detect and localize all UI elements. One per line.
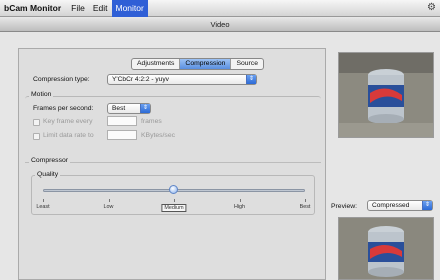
quality-tick (239, 199, 241, 202)
app-menu[interactable]: bCam Monitor (0, 3, 67, 13)
limit-rate-label: Limit data rate to (43, 132, 94, 139)
settings-panel: Adjustments Compression Source Compressi… (18, 48, 326, 280)
soda-can-image (339, 53, 433, 137)
fps-label: Frames per second: (33, 105, 94, 112)
compressor-title: Compressor (29, 157, 71, 164)
menu-monitor[interactable]: Monitor (111, 0, 148, 17)
keyframe-label: Key frame every (43, 118, 93, 125)
tab-adjustments[interactable]: Adjustments (132, 59, 181, 69)
quality-tick (43, 199, 44, 202)
tab-source[interactable]: Source (231, 59, 263, 69)
compressed-preview (338, 217, 434, 280)
preview-mode-value: Compressed (372, 202, 410, 209)
compression-type-value: Y'CbCr 4:2:2 - yuyv (112, 76, 169, 83)
motion-title: Motion (29, 91, 54, 98)
quality-slider[interactable] (43, 185, 305, 197)
video-window: Video Adjustments Compression Source Com… (0, 17, 440, 280)
quality-slider-knob[interactable] (169, 185, 178, 194)
quality-tick-label: Least (36, 204, 50, 210)
menu-bar: bCam Monitor File Edit Monitor ⚙ (0, 0, 440, 17)
spinner-icon: ⚙ (427, 2, 436, 13)
preview-mode-popup[interactable]: Compressed ⇕ (367, 200, 433, 211)
fps-value: Best (112, 105, 126, 112)
popup-arrows-icon: ⇕ (246, 75, 256, 84)
quality-tick (305, 199, 306, 202)
keyframe-field[interactable] (107, 116, 137, 126)
quality-tick-label: Low (103, 204, 114, 210)
quality-tick-label: Best (299, 204, 311, 210)
window-content: Adjustments Compression Source Compressi… (0, 32, 440, 280)
menu-edit[interactable]: Edit (89, 0, 112, 17)
limit-rate-unit: KBytes/sec (141, 132, 175, 139)
compression-type-popup[interactable]: Y'CbCr 4:2:2 - yuyv ⇕ (107, 74, 257, 85)
limit-rate-checkbox[interactable] (33, 133, 40, 140)
compression-type-label: Compression type: (33, 76, 90, 83)
window-title: Video (0, 17, 440, 32)
quality-tick (174, 199, 175, 202)
quality-tick-label: Medium (161, 204, 187, 212)
soda-can-image (339, 218, 433, 279)
quality-tick-label: High (233, 204, 246, 210)
keyframe-checkbox[interactable] (33, 119, 40, 126)
quality-title: Quality (35, 171, 61, 178)
limit-rate-field[interactable] (107, 130, 137, 140)
popup-arrows-icon: ⇕ (140, 104, 150, 113)
popup-arrows-icon: ⇕ (422, 201, 432, 210)
tab-compression[interactable]: Compression (180, 59, 232, 69)
keyframe-unit: frames (141, 118, 162, 125)
quality-tick (108, 199, 110, 202)
quality-ticks: Least Low Medium High Best (36, 199, 310, 213)
menu-file[interactable]: File (67, 0, 89, 17)
source-preview (338, 52, 434, 138)
tab-bar: Adjustments Compression Source (131, 58, 264, 70)
fps-popup[interactable]: Best ⇕ (107, 103, 151, 114)
preview-label: Preview: (331, 203, 358, 210)
